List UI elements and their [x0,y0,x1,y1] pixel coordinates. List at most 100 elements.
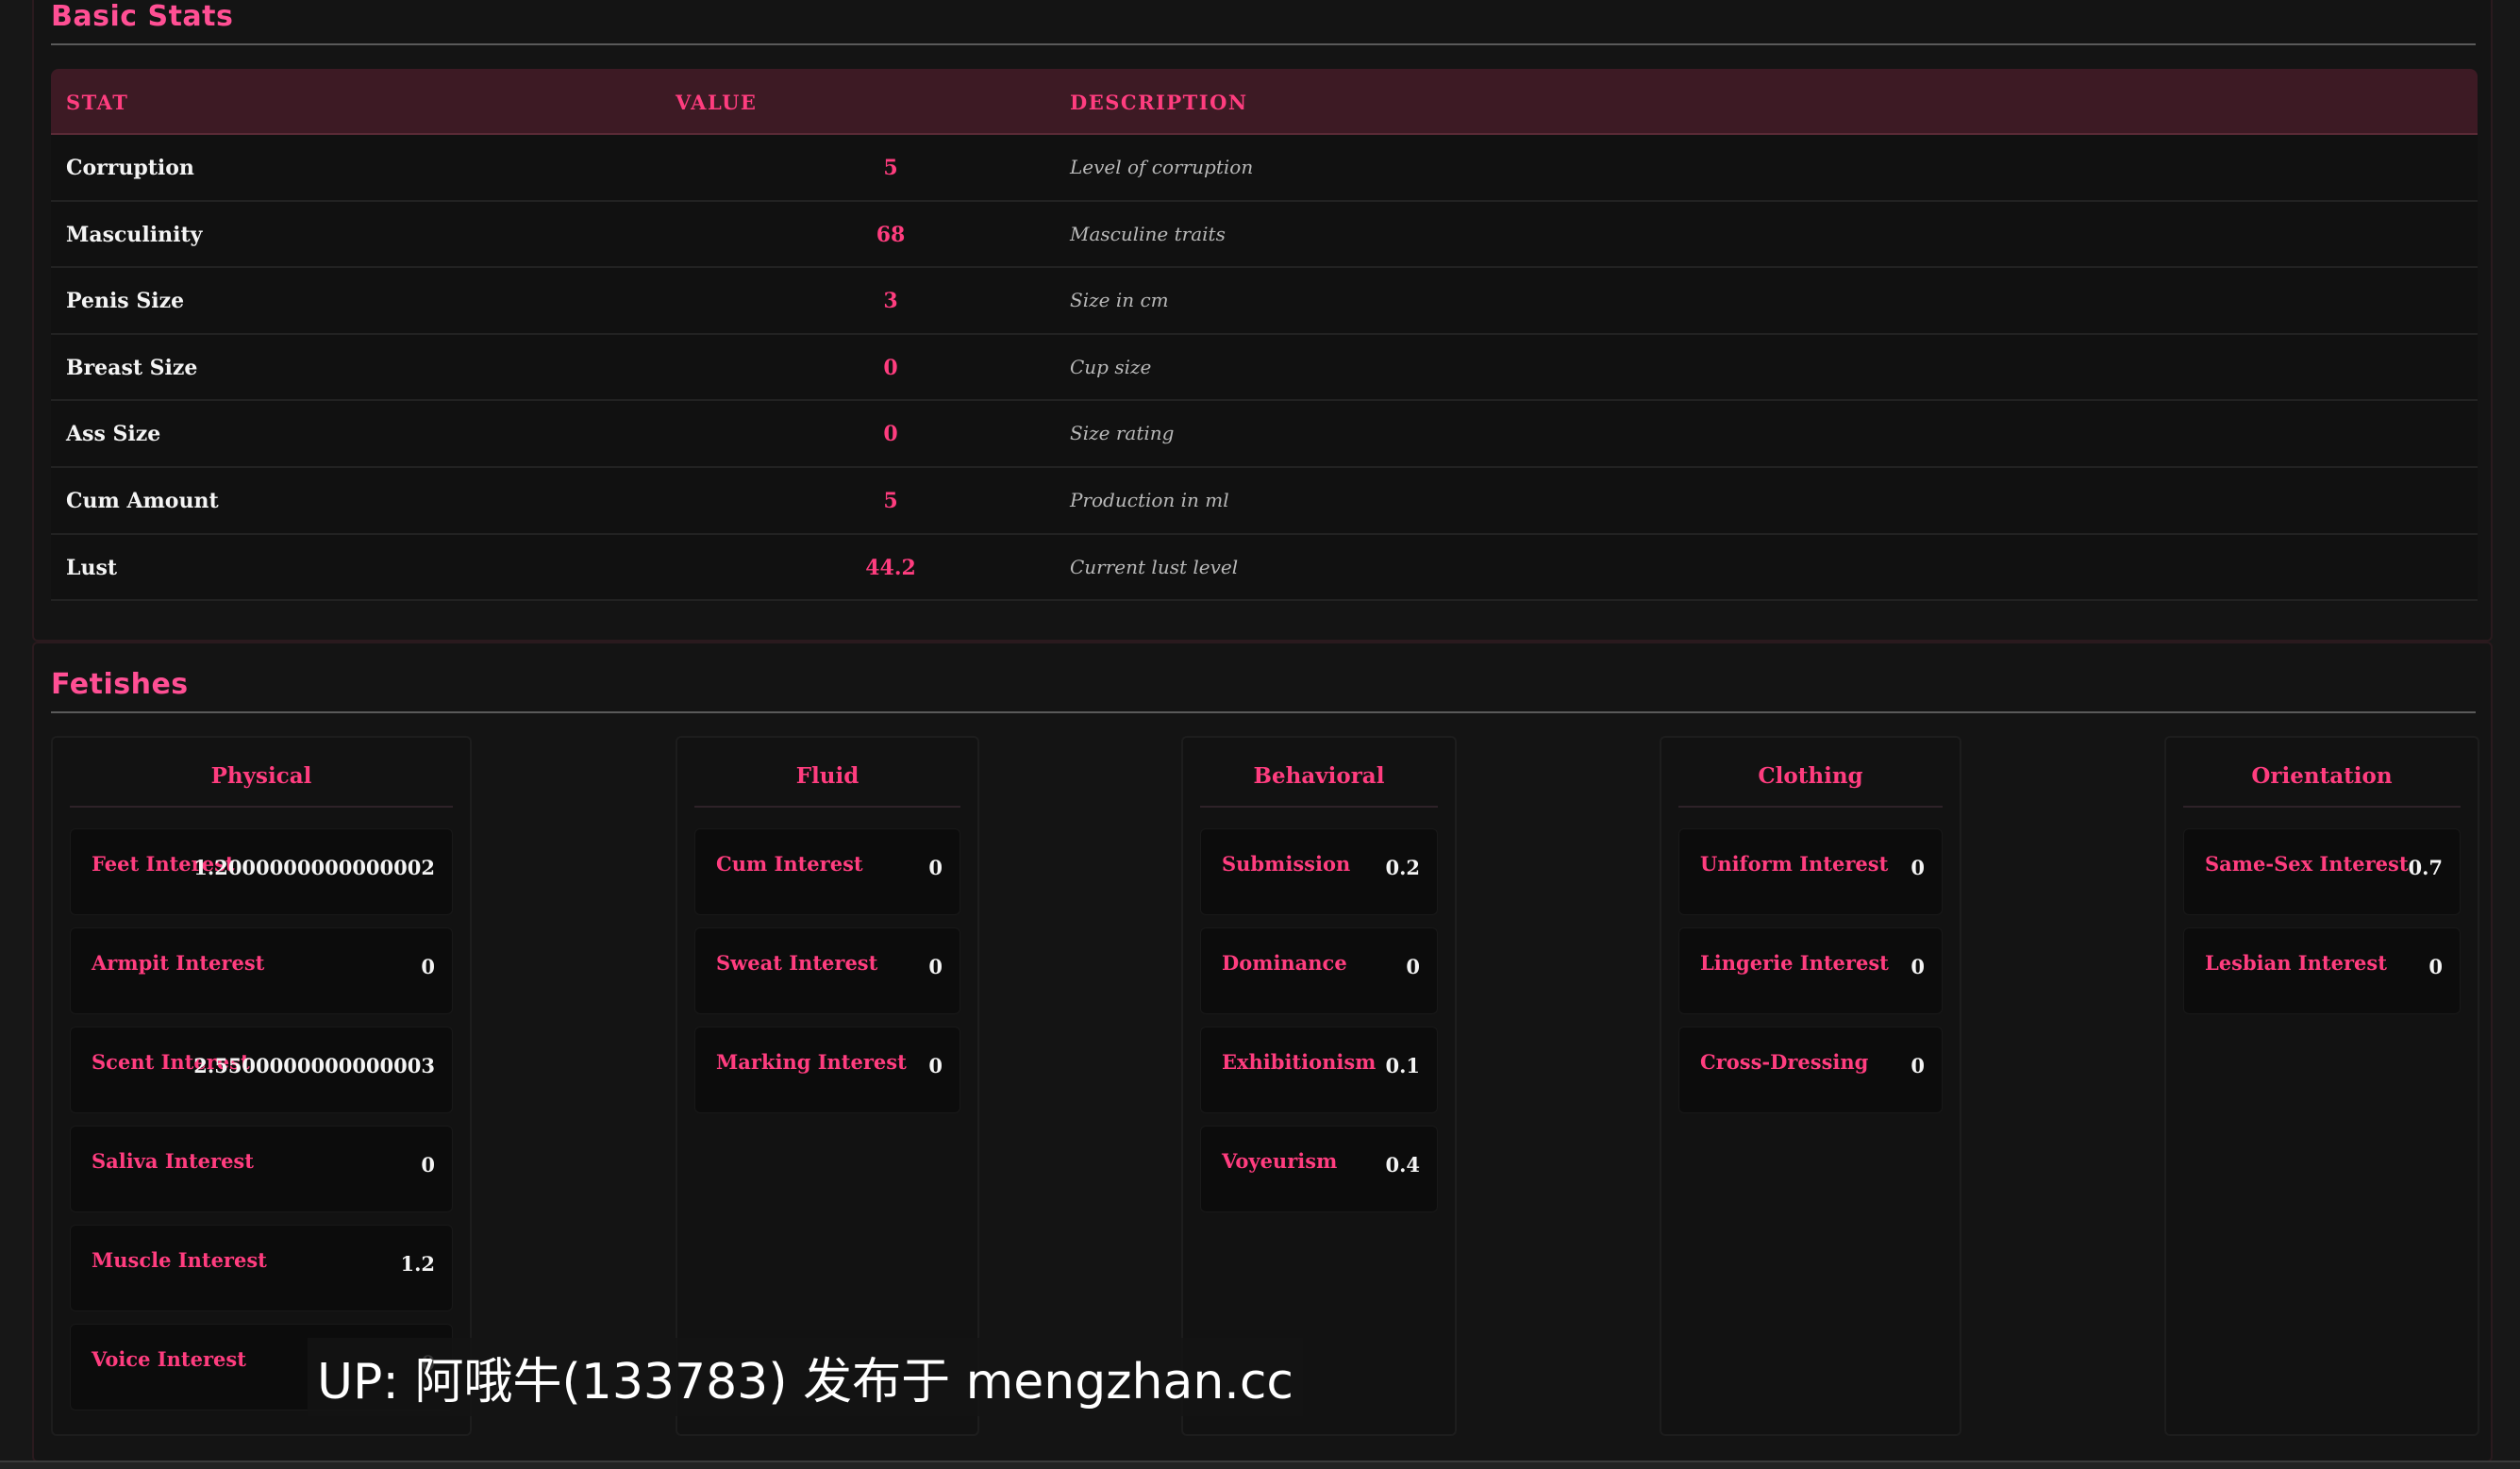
column-title: Orientation [2251,763,2393,789]
fetish-value: 0.1 [1385,1054,1420,1077]
fetish-item: Cum Interest 0 [694,828,960,915]
fetish-item: Armpit Interest 0 [70,927,453,1014]
stat-description: Masculine traits [1070,222,1226,245]
fetish-column-behavioral: Behavioral Submission 0.2 Dominance 0 Ex… [1181,736,1457,1436]
fetish-name: Lingerie Interest [1700,951,1889,975]
stat-value: 44.2 [865,555,916,580]
fetish-item: Same-Sex Interest 0.7 [2183,828,2461,915]
fetish-name: Same-Sex Interest [2205,852,2409,876]
fetish-value: 0.7 [2408,856,2443,879]
stat-name: Cum Amount [66,488,219,513]
fetish-item: Exhibitionism 0.1 [1200,1027,1438,1113]
fetish-value: 0 [1911,856,1925,879]
stat-value: 68 [876,222,906,247]
fetish-name: Voice Interest [92,1347,246,1371]
fetish-name: Sweat Interest [716,951,878,975]
fetishes-title: Fetishes [51,668,189,701]
fetish-value: 0 [928,1054,943,1077]
fetish-value: 0 [928,856,943,879]
fetish-value: 0 [1911,955,1925,978]
fetish-value: 0 [421,1153,435,1177]
stat-description: Level of corruption [1070,156,1254,178]
stat-name: Penis Size [66,289,185,314]
fetish-item: Cross-Dressing 0 [1678,1027,1943,1113]
stat-description: Cup size [1070,355,1152,378]
table-row: Cum Amount 5 Production in ml [51,467,2478,535]
fetish-item: Marking Interest 0 [694,1027,960,1113]
column-divider [1200,806,1438,808]
table-row: Lust 44.2 Current lust level [51,534,2478,602]
fetish-name: Armpit Interest [92,951,265,975]
fetish-column-clothing: Clothing Uniform Interest 0 Lingerie Int… [1660,736,1961,1436]
column-divider [694,806,960,808]
watermark-caption: UP: 阿哦牛(133783) 发布于 mengzhan.cc [308,1338,1303,1416]
fetish-column-fluid: Fluid Cum Interest 0 Sweat Interest 0 Ma… [676,736,979,1436]
fetish-value: 0.4 [1385,1153,1420,1177]
basic-stats-title: Basic Stats [51,0,234,33]
fetish-name: Voyeurism [1222,1149,1338,1173]
stat-value: 3 [883,289,898,314]
stat-name: Breast Size [66,355,198,380]
fetish-name: Dominance [1222,951,1347,975]
fetish-item: Lingerie Interest 0 [1678,927,1943,1014]
fetish-name: Marking Interest [716,1050,907,1074]
fetish-value: 0 [2428,955,2443,978]
fetish-name: Muscle Interest [92,1248,267,1272]
column-title: Physical [210,763,312,789]
fetish-name: Cum Interest [716,852,863,876]
fetish-value: 0 [421,955,435,978]
stat-name: Masculinity [66,222,203,247]
fetish-name: Saliva Interest [92,1149,254,1173]
fetish-name: Lesbian Interest [2205,951,2387,975]
column-title: Clothing [1758,763,1863,789]
table-row: Ass Size 0 Size rating [51,401,2478,468]
fetish-item: Submission 0.2 [1200,828,1438,915]
fetish-value: 0 [1406,955,1420,978]
fetish-value: 0 [928,955,943,978]
header-value: VALUE [676,91,758,114]
header-description: DESCRIPTION [1070,91,1248,114]
bottom-edge [0,1461,2520,1469]
stats-table-header: STAT VALUE DESCRIPTION [51,69,2478,135]
stat-description: Size rating [1070,422,1175,445]
fetish-item: Sweat Interest 0 [694,927,960,1014]
stat-description: Production in ml [1070,488,1229,511]
table-row: Penis Size 3 Size in cm [51,268,2478,335]
table-row: Breast Size 0 Cup size [51,334,2478,402]
page: Basic Stats STAT VALUE DESCRIPTION Corru… [0,0,2520,1469]
fetishes-divider [51,711,2476,713]
stat-description: Size in cm [1070,289,1169,312]
column-title: Behavioral [1253,763,1385,789]
fetish-item: Saliva Interest 0 [70,1126,453,1212]
fetish-item: Voyeurism 0.4 [1200,1126,1438,1212]
stat-name: Corruption [66,156,194,180]
fetish-item: Muscle Interest 1.2 [70,1225,453,1311]
fetish-name: Submission [1222,852,1351,876]
stat-value: 5 [883,488,898,513]
basic-stats-divider [51,43,2476,45]
stats-table: STAT VALUE DESCRIPTION Corruption 5 Leve… [51,69,2478,602]
fetish-name: Exhibitionism [1222,1050,1377,1074]
fetish-value: 1.2000000000000002 [193,856,435,879]
table-row: Corruption 5 Level of corruption [51,135,2478,202]
stat-name: Ass Size [66,422,161,447]
column-divider [70,806,453,808]
fetish-name: Cross-Dressing [1700,1050,1869,1074]
column-divider [2183,806,2461,808]
fetish-column-orientation: Orientation Same-Sex Interest 0.7 Lesbia… [2164,736,2479,1436]
basic-stats-panel: Basic Stats STAT VALUE DESCRIPTION Corru… [32,0,2493,642]
fetish-value: 1.2 [400,1252,435,1276]
fetish-item: Uniform Interest 0 [1678,828,1943,915]
table-row: Masculinity 68 Masculine traits [51,201,2478,269]
stat-value: 5 [883,156,898,180]
header-stat: STAT [66,91,129,114]
fetish-name: Uniform Interest [1700,852,1889,876]
column-divider [1678,806,1943,808]
fetish-value: 0.2 [1385,856,1420,879]
stat-value: 0 [883,355,898,380]
stat-value: 0 [883,422,898,447]
stat-name: Lust [66,555,118,580]
fetish-item: Dominance 0 [1200,927,1438,1014]
fetish-value: 0 [1911,1054,1925,1077]
fetish-item: Feet Interest 1.2000000000000002 [70,828,453,915]
